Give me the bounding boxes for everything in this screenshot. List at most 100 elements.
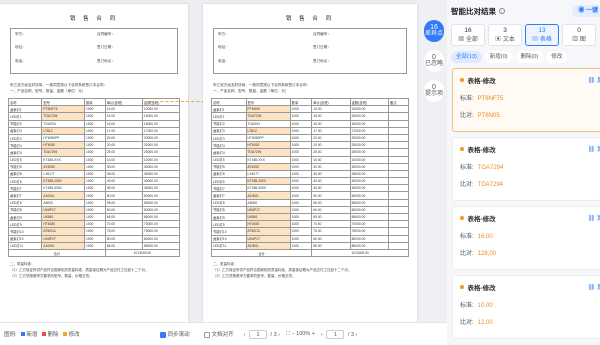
table-row[interactable]: LED灯9 HT6030 1000 70.00 70000.00 [211, 220, 410, 229]
doc-align-toggle[interactable]: 文档对齐 [203, 330, 234, 338]
table-cell [387, 220, 410, 229]
table-row[interactable]: 节能灯10 AT50CA 1000 75.00 75000.00 [7, 227, 181, 236]
page-input[interactable]: 1 [326, 329, 345, 339]
table-row[interactable]: LED灯5 KT455-XXX 1000 10.00 10000.00 [7, 155, 181, 164]
table-header-cell: 数量 [84, 97, 106, 107]
table-cell: 70000.00 [141, 220, 181, 229]
tab-hints[interactable]: 0 提示项 [424, 80, 444, 102]
table-row[interactable]: LED灯1 TGA7294 1000 15.00 15000.00 [7, 112, 181, 121]
table-row[interactable]: 节能灯2 TGA294 1000 16.00 16000.00 [211, 119, 410, 128]
table-row[interactable]: LED灯3 HT6090PP 1000 20.00 20000.00 [211, 133, 410, 143]
table-row[interactable]: LED灯3 HT6090PP 1000 20.00 20000.00 [7, 133, 181, 143]
table-cell: 1000 [84, 105, 106, 114]
diff-card[interactable]: 表格-修改 ⛓ 复 标准: PT6NF75 比对: PT6N05 [452, 68, 600, 132]
table-cell: 1000 [289, 220, 313, 229]
table-cell [387, 119, 410, 128]
table-row[interactable]: 卤素灯3 LT812 1000 17.00 17000.00 [7, 126, 181, 135]
table-row[interactable]: 卤素灯9 UK861 1000 65.00 65000.00 [211, 212, 410, 222]
table-row[interactable]: 节能灯5 AT4050 1000 30.00 30000.00 [7, 162, 181, 171]
table-row[interactable]: 卤素灯10 UK6P1T 1000 80.00 80000.00 [211, 234, 410, 243]
export-button[interactable]: ◉ 一键 [572, 5, 600, 17]
table-row[interactable]: LED灯11 A1000L 1000 85.00 85000.00 [211, 241, 410, 250]
category-image[interactable]: 0 ▨ 图 [562, 24, 596, 46]
table-row[interactable]: 卤素灯1 PT6NF75 1000 10.00 10000.00 [7, 105, 181, 114]
table-row[interactable]: LED灯8 A5000 1000 55.00 55000.00 [211, 198, 410, 207]
table-cell: 节能灯7 [211, 184, 247, 193]
category-label: 全部 [465, 37, 478, 43]
diff-card[interactable]: 表格-修改 ⛓ 复 标准: 16,00 比对: 128,00 [452, 206, 600, 270]
table-cell: LED灯6 [7, 177, 43, 186]
table-row[interactable]: 节能灯8 UK6P1T 1000 60.00 60000.00 [211, 205, 410, 215]
link-icon[interactable]: ⛓ 复 [588, 282, 600, 291]
table-row[interactable]: LED灯11 A1000L 1000 85.00 85000.00 [7, 241, 181, 250]
table-row[interactable]: 卤素灯1 PT6N05 1000 10.00 10000.00 [211, 105, 410, 114]
prev-page-icon[interactable]: ‹ [321, 332, 323, 338]
table-cell: HT6030 [245, 220, 291, 229]
document-area: 销 售 合 同 甲方： 合同编号： 地址： 签订日期： 电话： 签订地点： 甲乙… [0, 0, 420, 322]
filter-all[interactable]: 全部(13) [451, 51, 482, 63]
filter-deleted[interactable]: 删除(0) [515, 51, 544, 63]
link-icon[interactable]: ⛓ 复 [588, 213, 600, 222]
table-cell: AT50CA [41, 227, 85, 236]
table-row[interactable]: LED灯8 A5000 1000 55.00 55000.00 [7, 198, 181, 207]
category-all[interactable]: 16 ▦ 全部 [451, 24, 485, 46]
table-row[interactable]: 卤素灯4 TDA7294 1000 25.00 25000.00 [7, 148, 181, 157]
table-row[interactable]: 卤素灯6 LX6177 1000 35.00 35000.00 [7, 169, 181, 179]
table-row[interactable]: 卤素灯4 TDA7294 1000 25.00 25000.00 [211, 148, 410, 157]
base-document[interactable]: 销 售 合 同 甲方： 合同编号： 地址： 签订日期： 电话： 签订地点： 甲乙… [0, 4, 188, 322]
table-row[interactable]: 节能灯8 UK6P1T 1000 60.00 60000.00 [7, 205, 181, 215]
link-icon[interactable]: ⛓ 复 [588, 75, 600, 84]
prev-page-icon[interactable]: ‹ [244, 332, 246, 338]
table-cell: PT6NF75 [41, 105, 85, 114]
party-field: 甲方： [15, 32, 26, 36]
category-count: 13 [538, 27, 546, 34]
link-icon[interactable]: ⛓ 复 [588, 144, 600, 153]
table-row[interactable]: 卤素灯6 LX6177 1000 35.00 35000.00 [211, 169, 410, 179]
zoom-in-icon[interactable]: + [312, 331, 315, 337]
note-line: （2）乙方须按照甲方要求的型号、数量、价格交货。 [10, 274, 93, 279]
page-total: / 3 [347, 331, 355, 338]
table-row[interactable]: LED灯1 TDA7294 1000 15.00 15000.00 [211, 112, 410, 121]
category-text[interactable]: 3 ▣ 文本 [488, 24, 522, 46]
table-cell: 1000 [84, 169, 106, 179]
sync-scroll-toggle[interactable]: 同步滚动 [159, 330, 190, 338]
table-row[interactable]: 节能灯2 TGA294 1000 16.00 16000.00 [7, 119, 181, 128]
table-row[interactable]: 卤素灯9 UK861 1000 65.00 65000.00 [7, 212, 181, 222]
table-cell: TDA7294 [245, 112, 291, 121]
table-row[interactable]: 节能灯4 HT6030 1000 20.00 20000.00 [7, 141, 181, 150]
table-row[interactable]: 节能灯5 AT4050 1000 30.00 30000.00 [211, 162, 410, 171]
tab-differences[interactable]: 16 差异点 [424, 20, 444, 42]
table-row[interactable]: 卤素灯10 UK6P1T 1000 80.00 80000.00 [7, 234, 181, 243]
card-compare: 比对: PT6N05 [460, 110, 594, 119]
filter-added[interactable]: 新增(0) [484, 51, 513, 63]
table-row[interactable]: 卤素灯7 A1000L 1000 50.00 50000.00 [7, 191, 181, 200]
diff-card[interactable]: 表格-修改 ⛓ 复 标准: 10,00 比对: 12,00 [452, 275, 600, 339]
table-row[interactable]: 节能灯7 KT455-3000 1000 45.00 45000.00 [211, 184, 410, 193]
filter-modified[interactable]: 修改 [546, 51, 568, 63]
filter-row: 全部(13) 新增(0) 删除(0) 修改 [447, 51, 600, 63]
table-header-cell: 名称 [7, 97, 43, 107]
diff-card[interactable]: 表格-修改 ⛓ 复 标准: TGA7294 比对: TDA7294 [452, 137, 600, 201]
next-page-icon[interactable]: › [278, 332, 280, 338]
table-row[interactable]: 卤素灯7 A1000L 1000 50.00 50000.00 [211, 191, 410, 200]
total-value: 1013000.00 [104, 248, 181, 258]
info-icon[interactable]: i [499, 8, 505, 14]
table-row[interactable]: LED灯9 HT6030 1000 70.00 70000.00 [7, 220, 181, 229]
table-row[interactable]: LED灯5 KT455-XXX 1000 10.00 10000.00 [211, 155, 410, 164]
table-cell: 节能灯10 [7, 227, 43, 236]
table-row[interactable]: 节能灯10 AT50CA 1000 75.00 75000.00 [211, 227, 410, 236]
table-row[interactable]: LED灯6 KT455-1000 1000 40.00 40000.00 [211, 177, 410, 186]
table-cell: LED灯9 [211, 220, 247, 229]
table-cell: 节能灯4 [7, 141, 43, 150]
table-row[interactable]: 卤素灯3 LT812 1000 17.00 17000.00 [211, 126, 410, 135]
table-row[interactable]: 节能灯4 HT6030 1000 20.00 20000.00 [211, 141, 410, 150]
table-cell: 75000.00 [141, 227, 181, 236]
page-input[interactable]: 1 [248, 329, 267, 339]
table-row[interactable]: 节能灯7 KT455-3000 1000 45.00 45000.00 [7, 184, 181, 193]
fit-icon[interactable]: ⛶ [286, 331, 290, 337]
table-row[interactable]: LED灯6 KT455-1000 1000 40.00 40000.00 [7, 177, 181, 186]
compare-document[interactable]: 销 售 合 同 甲方： 合同编号： 地址： 签订日期： 电话： 签订地点： 甲乙… [203, 4, 417, 322]
category-table[interactable]: 13 ▤ 表格 [525, 24, 559, 46]
tab-ignored[interactable]: 0 已忽略 [424, 50, 444, 72]
next-page-icon[interactable]: › [356, 332, 358, 338]
